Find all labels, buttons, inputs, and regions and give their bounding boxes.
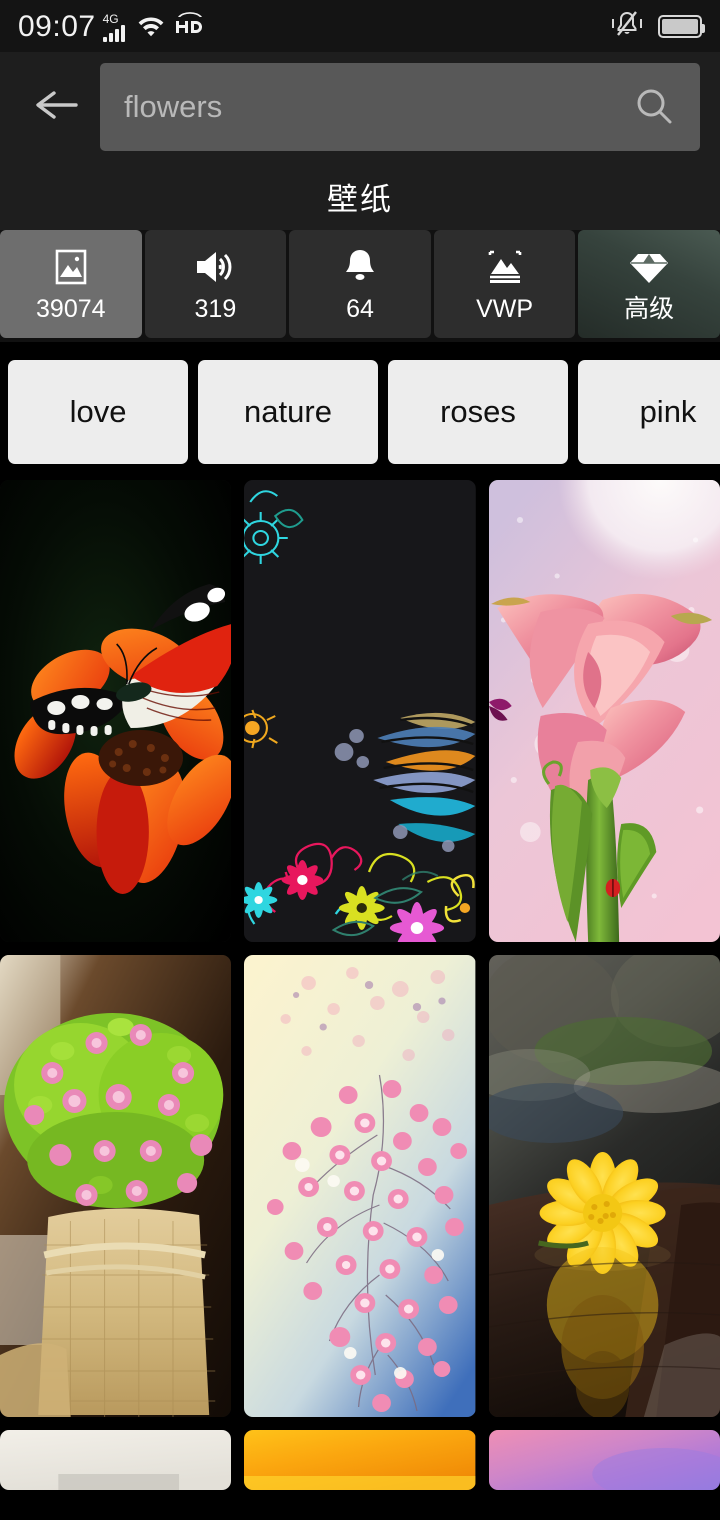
chip-roses-label: roses xyxy=(440,394,516,429)
chip-love-label: love xyxy=(69,394,127,429)
app-screen: 09:07 4G flowers 壁纸 39074 319 64 VWP 高级 … xyxy=(0,0,720,1520)
live-wallpaper-icon xyxy=(482,246,528,288)
status-bar-left: 09:07 4G xyxy=(18,11,207,42)
grid-column-2 xyxy=(244,480,476,1490)
tab-live-wallpaper[interactable]: VWP xyxy=(433,230,576,338)
tab-ringtones[interactable]: 319 xyxy=(144,230,287,338)
page-title-bar: 壁纸 xyxy=(0,162,720,230)
battery-icon xyxy=(658,14,705,38)
wallpaper-orange-yellow-gradient-wallpaper[interactable] xyxy=(244,1430,476,1490)
page-title: 壁纸 xyxy=(327,181,393,217)
wifi-icon xyxy=(136,11,166,42)
signal-icon: 4G xyxy=(102,11,129,42)
suggestion-chips: love nature roses pink xyxy=(0,342,720,480)
wallpaper-pink-babys-breath-blossoms[interactable] xyxy=(244,955,476,1417)
image-icon xyxy=(50,246,92,288)
tab-premium[interactable]: 高级 xyxy=(578,230,720,338)
tab-live-wallpaper-label: VWP xyxy=(476,295,534,323)
tab-images[interactable]: 39074 xyxy=(0,230,142,338)
chip-nature-label: nature xyxy=(244,394,332,429)
search-input[interactable]: flowers xyxy=(100,63,700,151)
search-bar: flowers xyxy=(0,52,720,162)
back-button[interactable] xyxy=(20,69,96,145)
wallpaper-neon-floral-dark-art[interactable] xyxy=(244,480,476,942)
status-bar: 09:07 4G xyxy=(0,0,720,52)
wallpaper-butterfly-on-orange-flower[interactable] xyxy=(0,480,232,942)
speaker-icon xyxy=(192,246,238,288)
vibrate-mute-icon xyxy=(610,9,644,44)
chip-pink[interactable]: pink xyxy=(578,360,720,464)
back-arrow-icon xyxy=(34,85,82,130)
chip-nature[interactable]: nature xyxy=(198,360,378,464)
wallpaper-white-cream-wallpaper[interactable] xyxy=(0,1430,232,1490)
chip-pink-label: pink xyxy=(639,394,697,429)
wallpaper-pink-purple-gradient-wallpaper[interactable] xyxy=(488,1430,720,1490)
hd-icon xyxy=(173,11,207,42)
grid-column-1 xyxy=(0,480,232,1490)
chip-roses[interactable]: roses xyxy=(388,360,568,464)
search-icon[interactable] xyxy=(632,85,676,129)
wallpaper-grid xyxy=(0,480,720,1490)
search-query-text: flowers xyxy=(124,89,223,124)
bell-icon xyxy=(339,246,381,288)
clock: 09:07 xyxy=(18,9,96,43)
diamond-icon xyxy=(627,246,671,288)
wallpaper-pink-calla-lily-moon[interactable] xyxy=(488,480,720,942)
tab-images-label: 39074 xyxy=(36,295,106,323)
wallpaper-pink-flowers-burlap-pot[interactable] xyxy=(0,955,232,1417)
wallpaper-yellow-daisy-on-wood[interactable] xyxy=(488,955,720,1417)
tab-notifications[interactable]: 64 xyxy=(289,230,431,338)
status-bar-right xyxy=(610,9,705,44)
tab-ringtones-label: 319 xyxy=(194,295,237,323)
tab-notifications-label: 64 xyxy=(346,295,374,323)
tab-premium-label: 高级 xyxy=(624,295,675,323)
chip-love[interactable]: love xyxy=(8,360,188,464)
category-tabs: 39074 319 64 VWP 高级 xyxy=(0,230,720,342)
grid-column-3 xyxy=(488,480,720,1490)
network-type-label: 4G xyxy=(102,11,119,26)
